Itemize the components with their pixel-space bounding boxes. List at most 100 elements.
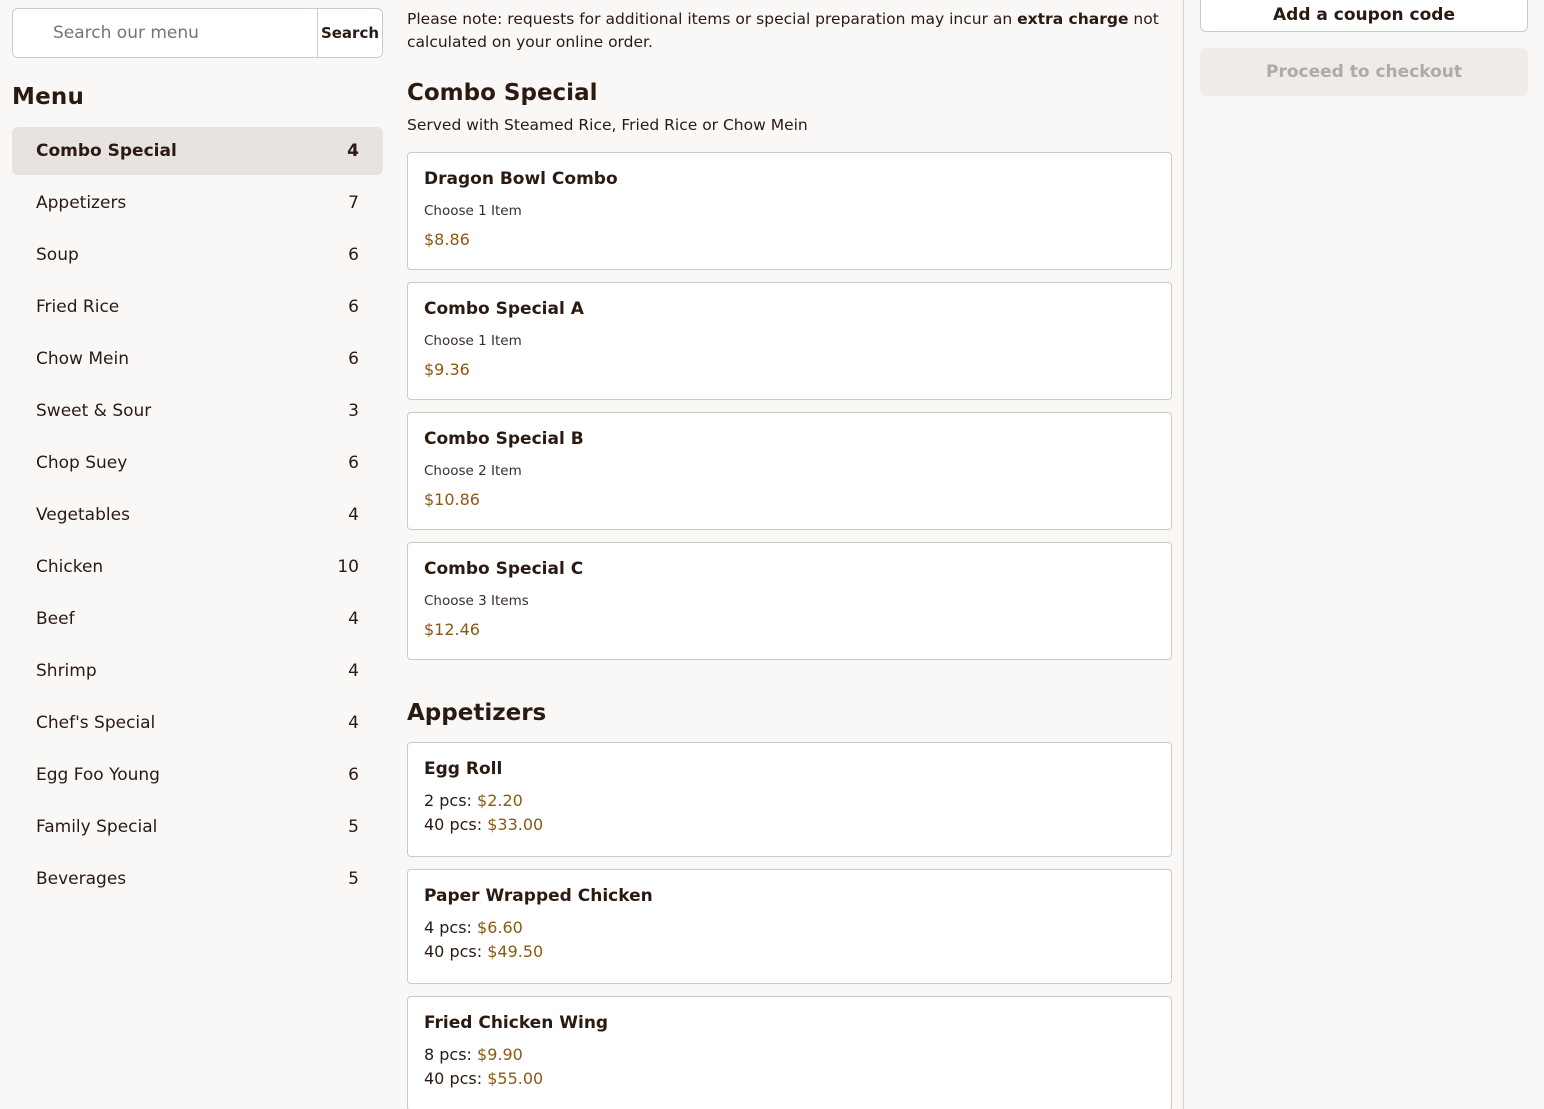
item-choice-note: Choose 1 Item: [424, 203, 522, 219]
section-subtitle: Served with Steamed Rice, Fried Rice or …: [407, 116, 808, 134]
search-box: Search: [12, 8, 383, 58]
item-price: $10.86: [424, 490, 480, 509]
item-name: Egg Roll: [424, 759, 503, 779]
category-list: Combo Special 4 Appetizers 7 Soup 6 Frie…: [12, 127, 383, 903]
page: Search Menu Combo Special 4 Appetizers 7…: [0, 0, 1544, 1109]
sidebar-item-chicken[interactable]: Chicken 10: [12, 543, 383, 591]
add-coupon-button[interactable]: Add a coupon code: [1200, 0, 1528, 32]
price-option: 40 pcs: $33.00: [424, 813, 1155, 837]
category-label: Beef: [36, 609, 75, 629]
cart-panel: Add a coupon code Proceed to checkout: [1200, 0, 1528, 96]
sidebar-item-soup[interactable]: Soup 6: [12, 231, 383, 279]
category-count: 6: [348, 765, 359, 785]
section-title-combo-special: Combo Special: [407, 80, 598, 106]
price-amount: $33.00: [487, 815, 544, 834]
item-choice-note: Choose 2 Item: [424, 463, 522, 479]
category-label: Sweet & Sour: [36, 401, 152, 421]
category-label: Shrimp: [36, 661, 97, 681]
category-count: 3: [348, 401, 359, 421]
item-name: Combo Special C: [424, 559, 584, 579]
price-qty: 40 pcs:: [424, 1069, 483, 1088]
menu-item-card[interactable]: Combo Special C Choose 3 Items $12.46: [407, 542, 1172, 660]
sidebar-item-beef[interactable]: Beef 4: [12, 595, 383, 643]
category-count: 4: [348, 505, 359, 525]
sidebar-item-sweet-sour[interactable]: Sweet & Sour 3: [12, 387, 383, 435]
sidebar-item-appetizers[interactable]: Appetizers 7: [12, 179, 383, 227]
item-choice-note: Choose 1 Item: [424, 333, 522, 349]
category-label: Combo Special: [36, 141, 177, 161]
price-qty: 2 pcs:: [424, 791, 472, 810]
notice-text: Please note: requests for additional ite…: [407, 10, 1018, 28]
category-label: Fried Rice: [36, 297, 120, 317]
category-label: Egg Foo Young: [36, 765, 160, 785]
menu-item-card[interactable]: Combo Special B Choose 2 Item $10.86: [407, 412, 1172, 530]
price-option: 40 pcs: $49.50: [424, 940, 1155, 964]
category-label: Soup: [36, 245, 79, 265]
category-count: 6: [348, 297, 359, 317]
category-count: 5: [348, 817, 359, 837]
item-name: Combo Special B: [424, 429, 584, 449]
category-count: 4: [348, 713, 359, 733]
sidebar-item-chefs-special[interactable]: Chef's Special 4: [12, 699, 383, 747]
category-label: Appetizers: [36, 193, 127, 213]
category-count: 4: [348, 609, 359, 629]
price-qty: 40 pcs:: [424, 942, 483, 961]
price-amount: $6.60: [477, 918, 523, 937]
sidebar: Search Menu Combo Special 4 Appetizers 7…: [12, 8, 383, 907]
menu-item-card[interactable]: Egg Roll 2 pcs: $2.20 40 pcs: $33.00: [407, 742, 1172, 857]
item-price: $8.86: [424, 230, 470, 249]
menu-content: Please note: requests for additional ite…: [407, 0, 1172, 1109]
category-count: 4: [347, 141, 359, 161]
sidebar-item-fried-rice[interactable]: Fried Rice 6: [12, 283, 383, 331]
sidebar-item-chow-mein[interactable]: Chow Mein 6: [12, 335, 383, 383]
sidebar-item-combo-special[interactable]: Combo Special 4: [12, 127, 383, 175]
category-count: 6: [348, 349, 359, 369]
price-qty: 8 pcs:: [424, 1045, 472, 1064]
item-name: Combo Special A: [424, 299, 584, 319]
menu-item-card[interactable]: Dragon Bowl Combo Choose 1 Item $8.86: [407, 152, 1172, 270]
sidebar-item-beverages[interactable]: Beverages 5: [12, 855, 383, 903]
checkout-button[interactable]: Proceed to checkout: [1200, 48, 1528, 96]
search-input[interactable]: [13, 9, 317, 57]
category-label: Chef's Special: [36, 713, 156, 733]
sidebar-item-vegetables[interactable]: Vegetables 4: [12, 491, 383, 539]
menu-item-card[interactable]: Combo Special A Choose 1 Item $9.36: [407, 282, 1172, 400]
sidebar-item-shrimp[interactable]: Shrimp 4: [12, 647, 383, 695]
category-count: 6: [348, 453, 359, 473]
sidebar-item-egg-foo-young[interactable]: Egg Foo Young 6: [12, 751, 383, 799]
category-count: 7: [348, 193, 359, 213]
menu-item-card[interactable]: Fried Chicken Wing 8 pcs: $9.90 40 pcs: …: [407, 996, 1172, 1109]
menu-item-card[interactable]: Paper Wrapped Chicken 4 pcs: $6.60 40 pc…: [407, 869, 1172, 984]
price-amount: $9.90: [477, 1045, 523, 1064]
item-name: Paper Wrapped Chicken: [424, 886, 653, 906]
price-qty: 40 pcs:: [424, 815, 483, 834]
item-name: Fried Chicken Wing: [424, 1013, 609, 1033]
price-option: 4 pcs: $6.60: [424, 916, 1155, 940]
price-amount: $55.00: [487, 1069, 544, 1088]
category-label: Family Special: [36, 817, 158, 837]
category-label: Beverages: [36, 869, 127, 889]
section-title-appetizers: Appetizers: [407, 700, 547, 726]
price-option: 2 pcs: $2.20: [424, 789, 1155, 813]
category-count: 5: [348, 869, 359, 889]
price-amount: $49.50: [487, 942, 544, 961]
sidebar-item-chop-suey[interactable]: Chop Suey 6: [12, 439, 383, 487]
category-label: Chop Suey: [36, 453, 128, 473]
price-option: 40 pcs: $55.00: [424, 1067, 1155, 1091]
category-count: 6: [348, 245, 359, 265]
sidebar-item-family-special[interactable]: Family Special 5: [12, 803, 383, 851]
notice-emphasis: extra charge: [1017, 10, 1129, 28]
panel-divider: [1183, 0, 1184, 1109]
menu-title: Menu: [12, 84, 85, 110]
category-label: Vegetables: [36, 505, 130, 525]
order-notice: Please note: requests for additional ite…: [407, 8, 1172, 54]
price-option: 8 pcs: $9.90: [424, 1043, 1155, 1067]
item-name: Dragon Bowl Combo: [424, 169, 618, 189]
search-button[interactable]: Search: [317, 9, 382, 57]
category-count: 10: [337, 557, 359, 577]
price-qty: 4 pcs:: [424, 918, 472, 937]
item-price: $12.46: [424, 620, 480, 639]
price-amount: $2.20: [477, 791, 523, 810]
category-label: Chicken: [36, 557, 104, 577]
item-price: $9.36: [424, 360, 470, 379]
